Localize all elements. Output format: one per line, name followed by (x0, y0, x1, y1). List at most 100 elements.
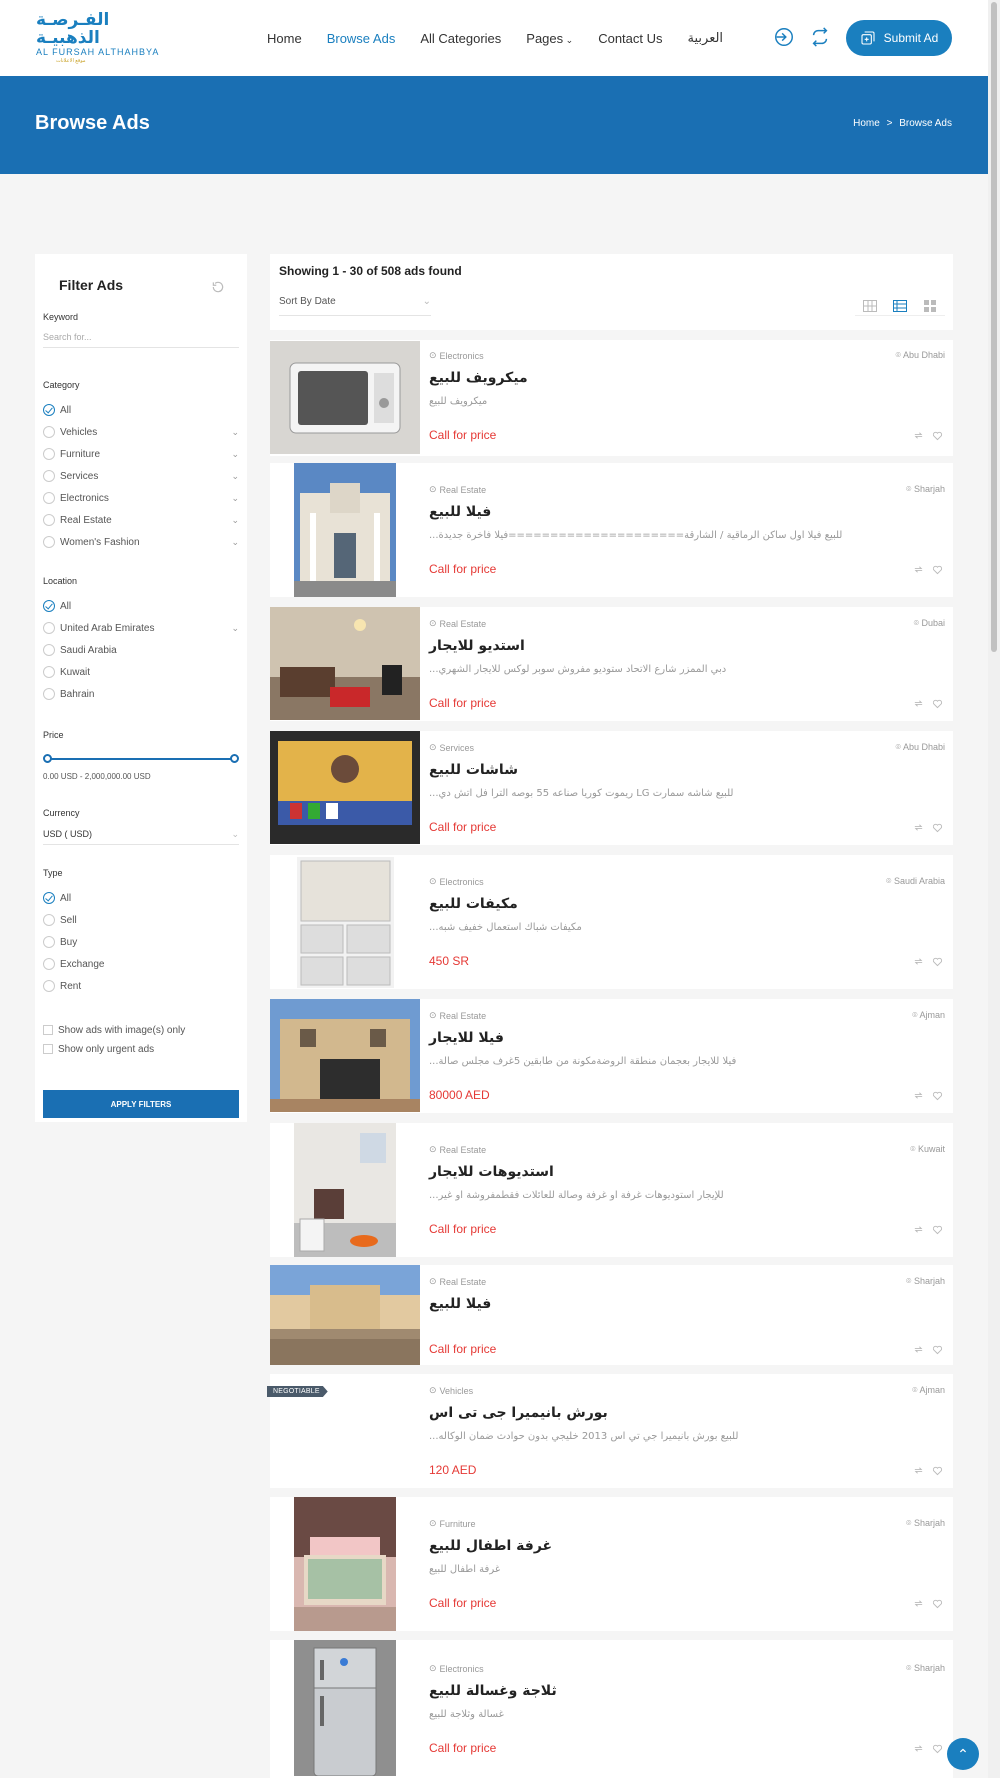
ad-card[interactable]: ⊙ Real Estate ⌾ Sharjah فيلا للبيع للبيع … (270, 463, 953, 597)
ad-category[interactable]: ⊙ Real Estate (429, 484, 486, 495)
ad-image[interactable] (270, 607, 420, 720)
heart-icon[interactable] (932, 1465, 943, 1476)
page-scrollbar[interactable] (988, 0, 1000, 1778)
location-option-bahrain[interactable]: Bahrain (43, 686, 239, 702)
nav-all-categories[interactable]: All Categories (420, 31, 501, 46)
ad-category[interactable]: ⊙ Real Estate (429, 618, 486, 629)
ad-image[interactable] (270, 999, 420, 1112)
category-option-all[interactable]: All (43, 402, 239, 418)
ad-card[interactable]: ⊙ Real Estate ⌾ Dubai استديو للايجار دبي … (270, 607, 953, 721)
reset-filters-icon[interactable] (211, 280, 225, 294)
location-option-saudi-arabia[interactable]: Saudi Arabia (43, 642, 239, 658)
price-slider-max-handle[interactable] (230, 754, 239, 763)
type-option-all[interactable]: All (43, 890, 239, 906)
nav-browse-ads[interactable]: Browse Ads (327, 31, 396, 46)
compare-icon[interactable] (913, 1465, 924, 1476)
ad-image[interactable] (270, 731, 420, 844)
nav-language[interactable]: العربية (688, 31, 724, 46)
ad-image[interactable] (270, 341, 420, 454)
compare-icon[interactable] (913, 822, 924, 833)
ad-card[interactable]: ⊙ Services ⌾ Abu Dhabi شاشات للبيع للبيع … (270, 731, 953, 845)
ad-category[interactable]: ⊙ Electronics (429, 876, 484, 887)
compare-icon[interactable] (913, 1598, 924, 1609)
images-only-checkbox[interactable]: Show ads with image(s) only (43, 1022, 239, 1038)
ad-category[interactable]: ⊙ Electronics (429, 350, 484, 361)
ad-card[interactable]: ⊙ Real Estate ⌾ Ajman فيلا للايجار فيلا ل… (270, 999, 953, 1113)
compare-icon[interactable] (913, 1344, 924, 1355)
category-option-womens-fashion[interactable]: Women's Fashion ⌄ (43, 534, 239, 550)
back-to-top-button[interactable]: ⌃ (947, 1738, 979, 1770)
heart-icon[interactable] (932, 1743, 943, 1754)
currency-select[interactable]: USD ( USD) ⌄ (43, 823, 239, 845)
type-option-buy[interactable]: Buy (43, 934, 239, 950)
compare-icon[interactable] (913, 1090, 924, 1101)
ad-title[interactable]: ثلاجة وغسالة للبيع (429, 1683, 557, 1699)
list-view-button[interactable] (885, 296, 915, 316)
chevron-down-icon[interactable]: ⌄ (231, 449, 239, 460)
type-option-rent[interactable]: Rent (43, 978, 239, 994)
ad-category[interactable]: ⊙ Real Estate (429, 1276, 486, 1287)
apply-filters-button[interactable]: APPLY FILTERS (43, 1090, 239, 1118)
ad-title[interactable]: غرفة اطفال للبيع (429, 1538, 552, 1554)
ad-title[interactable]: شاشات للبيع (429, 762, 518, 778)
submit-ad-button[interactable]: Submit Ad (846, 20, 952, 56)
location-option-kuwait[interactable]: Kuwait (43, 664, 239, 680)
ad-category[interactable]: ⊙ Vehicles (429, 1385, 473, 1396)
ad-card[interactable]: NEGOTIABLE ⊙ Vehicles ⌾ Ajman بورش بانيمي… (267, 1374, 953, 1488)
ad-title[interactable]: استديوهات للايجار (429, 1164, 554, 1180)
breadcrumb-home[interactable]: Home (853, 118, 880, 129)
ad-category[interactable]: ⊙ Services (429, 742, 474, 753)
compare-icon[interactable] (913, 1743, 924, 1754)
heart-icon[interactable] (932, 1090, 943, 1101)
compare-icon[interactable] (913, 1224, 924, 1235)
heart-icon[interactable] (932, 430, 943, 441)
ad-category[interactable]: ⊙ Furniture (429, 1518, 476, 1529)
sort-select[interactable]: Sort By Date ⌄ (279, 296, 431, 316)
ad-image[interactable] (294, 463, 396, 597)
grid-view-button[interactable] (855, 296, 885, 316)
compare-icon[interactable] (913, 698, 924, 709)
heart-icon[interactable] (932, 1598, 943, 1609)
category-option-furniture[interactable]: Furniture ⌄ (43, 446, 239, 462)
ad-image[interactable] (294, 1640, 396, 1776)
ad-card[interactable]: ⊙ Furniture ⌾ Sharjah غرفة اطفال للبيع غر… (270, 1497, 953, 1631)
ad-card[interactable]: ⊙ Real Estate ⌾ Kuwait استديوهات للايجار … (270, 1123, 953, 1257)
ad-image[interactable] (294, 1497, 396, 1631)
ad-card[interactable]: ⊙ Real Estate ⌾ Sharjah فيلا للبيع Call f… (270, 1265, 953, 1365)
compare-icon[interactable] (913, 956, 924, 967)
chevron-down-icon[interactable]: ⌄ (231, 537, 239, 548)
tile-view-button[interactable] (915, 296, 945, 316)
ad-card[interactable]: ⊙ Electronics ⌾ Saudi Arabia مكيفات للبيع… (270, 855, 953, 989)
nav-contact-us[interactable]: Contact Us (598, 31, 662, 46)
ad-category[interactable]: ⊙ Electronics (429, 1663, 484, 1674)
ad-card[interactable]: ⊙ Electronics ⌾ Sharjah ثلاجة وغسالة للبي… (270, 1640, 953, 1778)
ad-image[interactable] (270, 1265, 420, 1365)
location-option-all[interactable]: All (43, 598, 239, 614)
site-logo[interactable]: الفـرصـة الذهبيـة AL FURSAH ALTHAHBYA مو… (36, 11, 166, 64)
ad-title[interactable]: بورش بانيميرا جى تى اس (429, 1405, 608, 1421)
ad-category[interactable]: ⊙ Real Estate (429, 1144, 486, 1155)
ad-image[interactable] (294, 1123, 396, 1257)
heart-icon[interactable] (932, 956, 943, 967)
nav-home[interactable]: Home (267, 31, 302, 46)
ad-category[interactable]: ⊙ Real Estate (429, 1010, 486, 1021)
login-icon[interactable] (773, 26, 795, 48)
ad-title[interactable]: فيلا للبيع (429, 504, 491, 520)
urgent-only-checkbox[interactable]: Show only urgent ads (43, 1041, 239, 1057)
ad-title[interactable]: مكيفات للبيع (429, 896, 518, 912)
ad-image[interactable] (297, 857, 394, 988)
ad-title[interactable]: فيلا للبيع (429, 1296, 491, 1312)
keyword-input[interactable]: Search for... (43, 326, 239, 348)
scrollbar-thumb[interactable] (991, 2, 997, 652)
ad-title[interactable]: استديو للايجار (429, 638, 525, 654)
compare-icon[interactable] (913, 564, 924, 575)
compare-icon[interactable] (809, 26, 831, 48)
category-option-real-estate[interactable]: Real Estate ⌄ (43, 512, 239, 528)
category-option-electronics[interactable]: Electronics ⌄ (43, 490, 239, 506)
heart-icon[interactable] (932, 1344, 943, 1355)
price-slider[interactable] (43, 754, 239, 764)
heart-icon[interactable] (932, 698, 943, 709)
heart-icon[interactable] (932, 822, 943, 833)
chevron-down-icon[interactable]: ⌄ (231, 623, 239, 634)
category-option-services[interactable]: Services ⌄ (43, 468, 239, 484)
